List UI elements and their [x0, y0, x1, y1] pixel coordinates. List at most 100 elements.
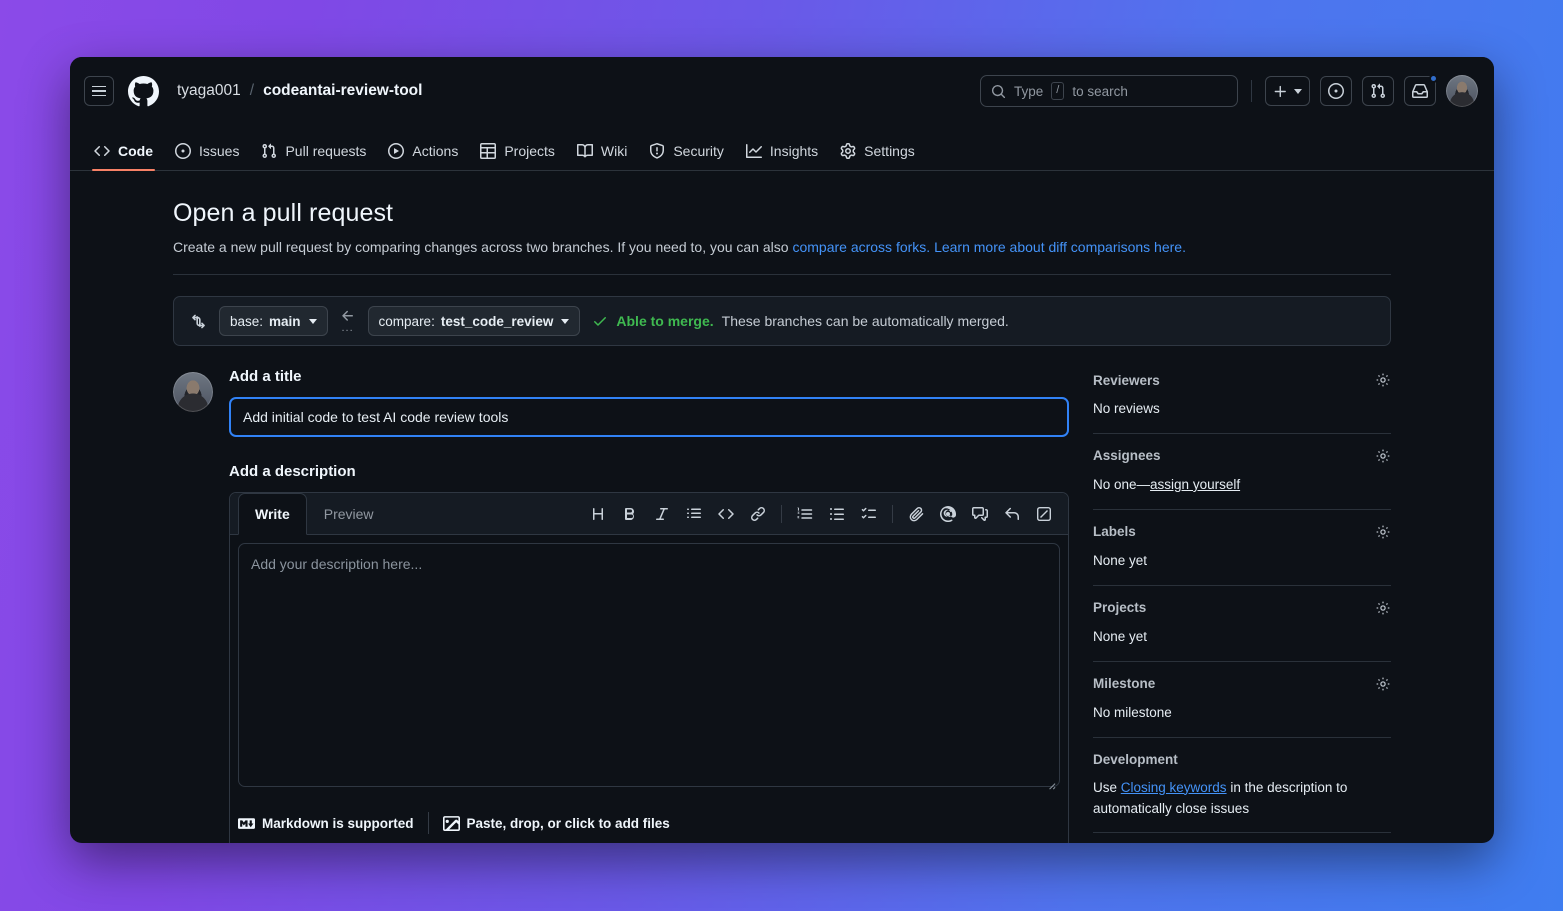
- markdown-supported-hint[interactable]: Markdown is supported: [238, 815, 414, 832]
- heading-icon[interactable]: [584, 500, 612, 528]
- search-input[interactable]: Type / to search: [980, 75, 1238, 107]
- editor-tabbar: Write Preview: [230, 493, 1068, 535]
- repo-nav-item-settings[interactable]: Settings: [830, 143, 925, 170]
- fullscreen-icon[interactable]: [1030, 500, 1058, 528]
- global-nav-menu-button[interactable]: [84, 76, 114, 106]
- tab-preview[interactable]: Preview: [307, 493, 391, 535]
- code-icon[interactable]: [712, 500, 740, 528]
- breadcrumb-owner[interactable]: tyaga001: [177, 82, 241, 100]
- markdown-supported-label: Markdown is supported: [262, 816, 414, 831]
- header-actions: Type / to search: [980, 75, 1478, 107]
- issues-button[interactable]: [1320, 76, 1352, 106]
- repo-nav-label: Issues: [199, 143, 239, 159]
- gear-icon[interactable]: [1375, 372, 1391, 388]
- play-icon: [388, 143, 404, 159]
- reply-icon[interactable]: [998, 500, 1026, 528]
- sidebar-title-development: Development: [1093, 752, 1178, 767]
- page-description-text: Create a new pull request by comparing c…: [173, 239, 792, 255]
- sidebar-section-projects: Projects None yet: [1093, 586, 1391, 662]
- page-content: Open a pull request Create a new pull re…: [70, 171, 1494, 843]
- add-files-label: Paste, drop, or click to add files: [467, 816, 670, 831]
- diff-comparisons-link[interactable]: Learn more about diff comparisons here.: [934, 239, 1186, 255]
- toolbar-divider: [892, 505, 893, 523]
- repo-nav-item-wiki[interactable]: Wiki: [567, 143, 637, 170]
- assign-yourself-link[interactable]: assign yourself: [1150, 477, 1240, 492]
- sidebar-title-reviewers: Reviewers: [1093, 373, 1160, 388]
- add-files-control[interactable]: Paste, drop, or click to add files: [443, 815, 670, 832]
- compare-branch-selector[interactable]: compare: test_code_review: [368, 306, 581, 336]
- ordered-list-icon[interactable]: [791, 500, 819, 528]
- attach-file-icon[interactable]: [902, 500, 930, 528]
- italic-icon[interactable]: [648, 500, 676, 528]
- avatar[interactable]: [1446, 75, 1478, 107]
- mention-icon[interactable]: [934, 500, 962, 528]
- git-pull-request-icon: [261, 143, 277, 159]
- gear-icon[interactable]: [1375, 676, 1391, 692]
- create-new-button[interactable]: [1265, 76, 1310, 106]
- image-icon: [443, 815, 460, 832]
- merge-status-detail: These branches can be automatically merg…: [722, 313, 1009, 329]
- pull-requests-button[interactable]: [1362, 76, 1394, 106]
- closing-keywords-link[interactable]: Closing keywords: [1121, 780, 1227, 795]
- github-logo[interactable]: [128, 76, 159, 107]
- editor-body: [230, 535, 1068, 800]
- sidebar-body-reviewers: No reviews: [1093, 399, 1391, 420]
- tab-write[interactable]: Write: [238, 493, 307, 535]
- sidebar-body-milestone: No milestone: [1093, 703, 1391, 724]
- pr-title-input[interactable]: [229, 397, 1069, 437]
- sidebar-title-labels: Labels: [1093, 524, 1136, 539]
- global-header: tyaga001 / codeantai-review-tool Type / …: [70, 57, 1494, 125]
- repo-nav: Code Issues Pull requests Actions Projec…: [70, 125, 1494, 171]
- author-avatar: [173, 372, 213, 412]
- sidebar-body-assignees: No one—assign yourself: [1093, 475, 1391, 496]
- compare-direction-arrow: ...: [340, 308, 356, 334]
- task-list-icon[interactable]: [855, 500, 883, 528]
- pr-description-textarea[interactable]: [238, 543, 1060, 787]
- shield-icon: [649, 143, 665, 159]
- sidebar-body-labels: None yet: [1093, 551, 1391, 572]
- compare-ellipsis: ...: [341, 323, 353, 334]
- repo-nav-label: Code: [118, 143, 153, 159]
- search-placeholder-suffix: to search: [1072, 84, 1128, 99]
- repo-nav-label: Wiki: [601, 143, 627, 159]
- bold-icon[interactable]: [616, 500, 644, 528]
- gear-icon[interactable]: [1375, 524, 1391, 540]
- editor-footer: Markdown is supported Paste, drop, or cl…: [230, 800, 1068, 843]
- repo-nav-label: Projects: [504, 143, 555, 159]
- compare-branch-value: test_code_review: [441, 314, 554, 329]
- repo-nav-item-pull-requests[interactable]: Pull requests: [251, 143, 376, 170]
- breadcrumb-repo[interactable]: codeantai-review-tool: [263, 82, 422, 100]
- link-icon[interactable]: [744, 500, 772, 528]
- notifications-button[interactable]: [1404, 76, 1436, 106]
- compare-across-forks-link[interactable]: compare across forks.: [792, 239, 930, 255]
- sidebar-body-projects: None yet: [1093, 627, 1391, 648]
- gear-icon[interactable]: [1375, 600, 1391, 616]
- repo-nav-item-projects[interactable]: Projects: [470, 143, 565, 170]
- chevron-down-icon: [561, 319, 569, 324]
- sidebar-title-assignees: Assignees: [1093, 448, 1161, 463]
- sidebar-section-helpful-resources: Helpful resources: [1093, 833, 1391, 843]
- base-branch-selector[interactable]: base: main: [219, 306, 328, 336]
- development-text-prefix: Use: [1093, 780, 1121, 795]
- page-description: Create a new pull request by comparing c…: [173, 237, 1391, 275]
- quote-icon[interactable]: [680, 500, 708, 528]
- saved-reply-icon[interactable]: [966, 500, 994, 528]
- repo-nav-item-security[interactable]: Security: [639, 143, 734, 170]
- editor-toolbar: [584, 493, 1068, 534]
- gear-icon[interactable]: [1375, 448, 1391, 464]
- repo-nav-label: Insights: [770, 143, 818, 159]
- repo-nav-item-code[interactable]: Code: [84, 143, 163, 170]
- repo-nav-item-insights[interactable]: Insights: [736, 143, 828, 170]
- book-icon: [577, 143, 593, 159]
- search-placeholder-prefix: Type: [1014, 84, 1043, 99]
- markdown-icon: [238, 815, 255, 832]
- repo-nav-item-actions[interactable]: Actions: [378, 143, 468, 170]
- repo-nav-item-issues[interactable]: Issues: [165, 143, 249, 170]
- toolbar-divider: [781, 505, 782, 523]
- merge-status: Able to merge. These branches can be aut…: [592, 313, 1008, 329]
- page-title: Open a pull request: [173, 199, 1391, 228]
- compare-branch-label: compare:: [379, 314, 435, 329]
- gear-icon: [840, 143, 856, 159]
- unordered-list-icon[interactable]: [823, 500, 851, 528]
- header-divider: [1251, 80, 1252, 102]
